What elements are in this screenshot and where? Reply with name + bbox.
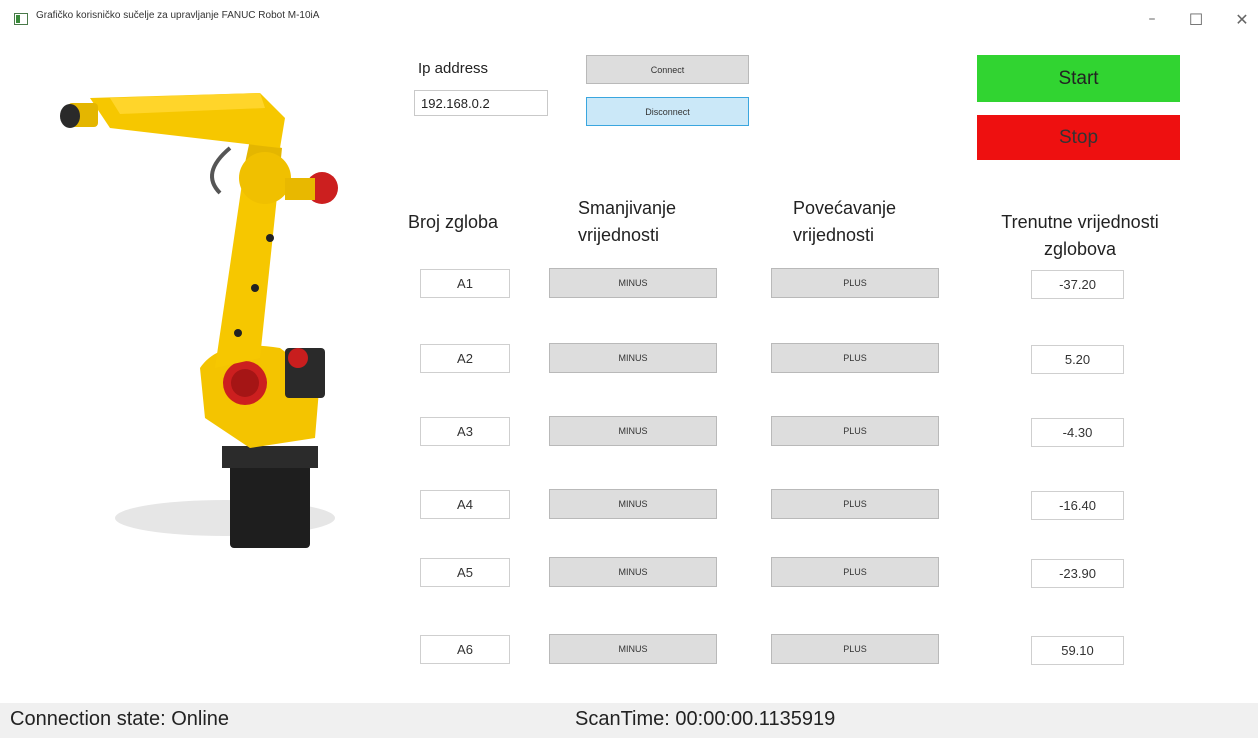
joint-number-header-text: Broj zgloba <box>408 212 499 232</box>
decrease-header-line1: Smanjivanje <box>578 198 677 218</box>
start-button[interactable]: Start <box>977 55 1180 102</box>
current-values-header-line1: Trenutne vrijednosti <box>1001 212 1159 232</box>
increase-header-line2: vrijednosti <box>793 225 875 245</box>
maximize-button[interactable]: ☐ <box>1176 6 1216 32</box>
minus-button-a3[interactable]: MINUS <box>549 416 717 446</box>
joint-number-header: Broj zgloba <box>408 209 498 236</box>
connection-state-text: Connection state: Online <box>10 708 230 730</box>
plus-button-a5[interactable]: PLUS <box>771 557 939 587</box>
joint-value-a6: 59.10 <box>1031 636 1124 665</box>
minus-button-a6[interactable]: MINUS <box>549 634 717 664</box>
joint-label-a4: A4 <box>420 490 510 519</box>
scan-time-text: ScanTime: 00:00:00.1135919 <box>575 708 836 730</box>
joint-value-a2: 5.20 <box>1031 345 1124 374</box>
increase-header: Povećavanje vrijednosti <box>793 195 896 249</box>
ip-address-input[interactable] <box>414 90 548 116</box>
plus-button-a6[interactable]: PLUS <box>771 634 939 664</box>
plus-button-a4[interactable]: PLUS <box>771 489 939 519</box>
close-button[interactable]: ✕ <box>1222 6 1258 32</box>
plus-button-a1[interactable]: PLUS <box>771 268 939 298</box>
joint-value-a5: -23.90 <box>1031 559 1124 588</box>
minus-button-a5[interactable]: MINUS <box>549 557 717 587</box>
minus-button-a1[interactable]: MINUS <box>549 268 717 298</box>
joint-value-a4: -16.40 <box>1031 491 1124 520</box>
joint-value-a1: -37.20 <box>1031 270 1124 299</box>
ip-address-label: Ip address <box>418 60 489 77</box>
increase-header-line1: Povećavanje <box>793 198 897 218</box>
joint-label-a1: A1 <box>420 269 510 298</box>
connect-button[interactable]: Connect <box>586 55 749 84</box>
joint-label-a6: A6 <box>420 635 510 664</box>
minus-button-a4[interactable]: MINUS <box>549 489 717 519</box>
disconnect-button[interactable]: Disconnect <box>586 97 749 126</box>
joint-label-a2: A2 <box>420 344 510 373</box>
plus-button-a2[interactable]: PLUS <box>771 343 939 373</box>
joint-label-a5: A5 <box>420 558 510 587</box>
plus-button-a3[interactable]: PLUS <box>771 416 939 446</box>
current-values-header: Trenutne vrijednosti zglobova <box>984 209 1176 263</box>
window-title: Grafičko korisničko sučelje za upravljan… <box>36 10 320 21</box>
stop-button[interactable]: Stop <box>977 115 1180 160</box>
current-values-header-line2: zglobova <box>1043 239 1117 259</box>
decrease-header: Smanjivanje vrijednosti <box>578 195 676 249</box>
minus-button-a2[interactable]: MINUS <box>549 343 717 373</box>
decrease-header-line2: vrijednosti <box>578 225 660 245</box>
joint-value-a3: -4.30 <box>1031 418 1124 447</box>
app-icon <box>14 13 28 25</box>
minimize-button[interactable]: – <box>1132 6 1172 32</box>
robot-arm-image <box>60 93 338 548</box>
joint-label-a3: A3 <box>420 417 510 446</box>
